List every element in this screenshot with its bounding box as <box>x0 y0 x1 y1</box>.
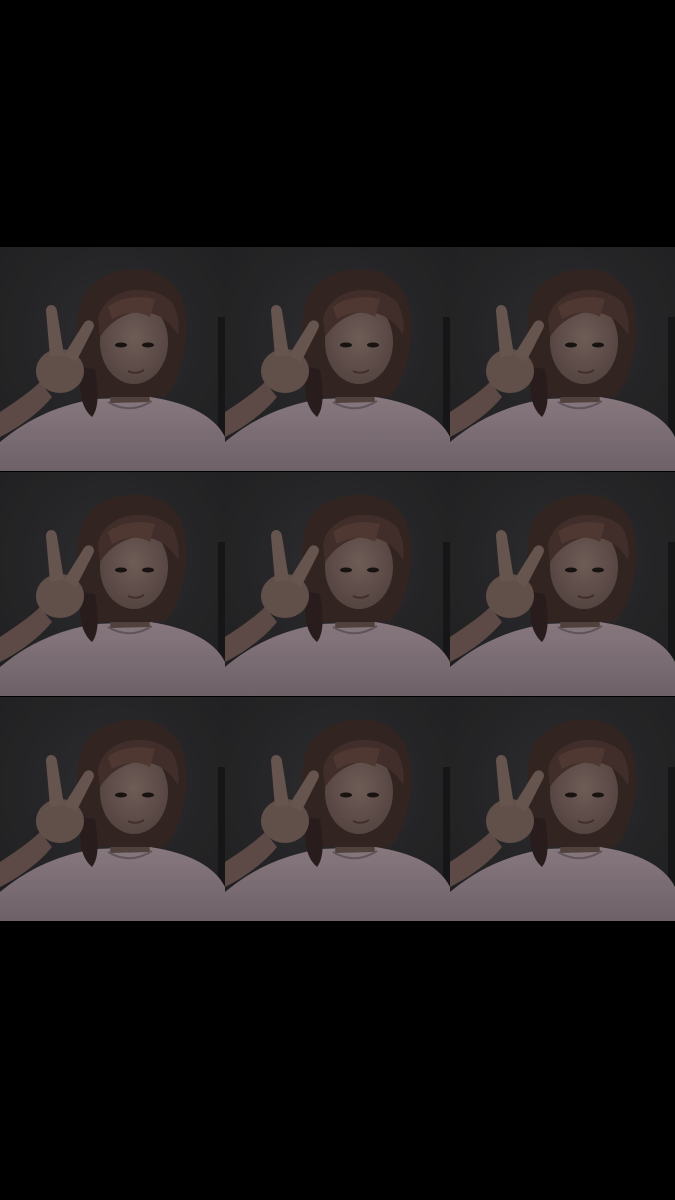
photo-tile[interactable] <box>225 247 450 471</box>
photo-tile[interactable] <box>0 247 225 471</box>
photo-tile[interactable] <box>450 697 675 921</box>
selfie-image <box>225 247 450 471</box>
selfie-image <box>0 472 225 696</box>
selfie-image <box>450 697 675 921</box>
selfie-image <box>0 247 225 471</box>
photo-tile[interactable] <box>0 697 225 921</box>
photo-tile[interactable] <box>450 247 675 471</box>
photo-tile[interactable] <box>0 472 225 696</box>
selfie-image <box>225 472 450 696</box>
photo-collage <box>0 247 675 921</box>
photo-tile[interactable] <box>225 697 450 921</box>
photo-tile[interactable] <box>225 472 450 696</box>
selfie-image <box>450 247 675 471</box>
selfie-image <box>450 472 675 696</box>
selfie-image <box>225 697 450 921</box>
photo-tile[interactable] <box>450 472 675 696</box>
selfie-image <box>0 697 225 921</box>
